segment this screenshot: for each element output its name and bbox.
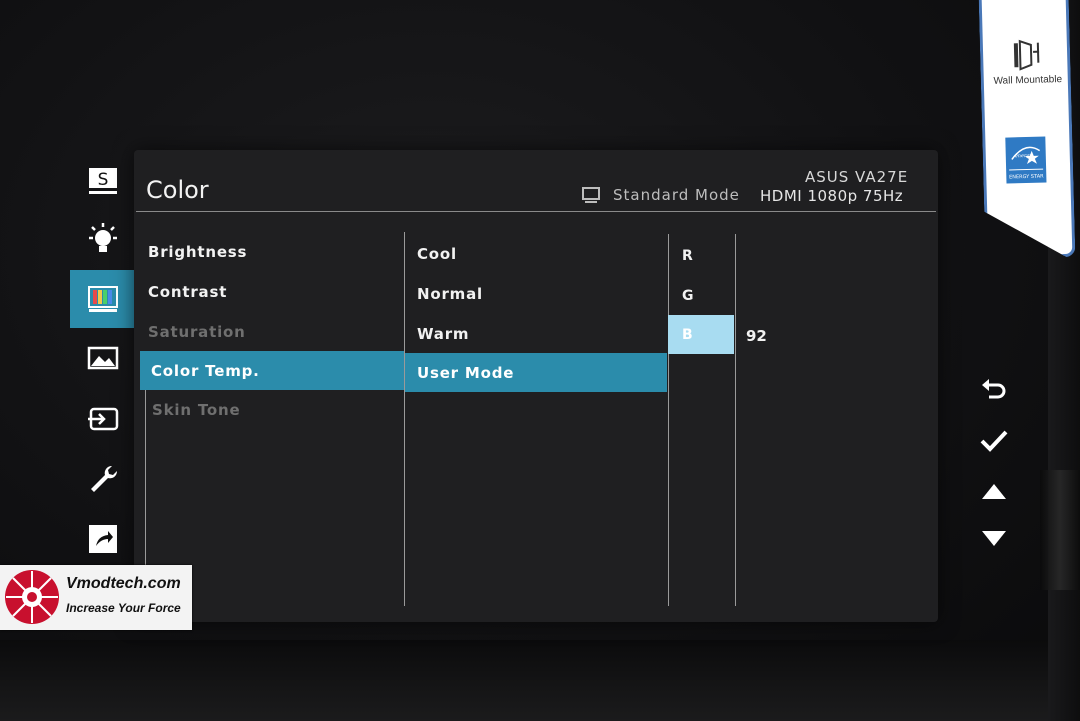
watermark-site: Vmodtech.com <box>66 575 181 592</box>
vmodtech-logo-icon <box>5 570 59 624</box>
energy-star-logo: energy ENERGY STAR <box>1005 137 1046 184</box>
menu-saturation: Saturation <box>148 323 246 341</box>
energy-star-label: ENERGY STAR <box>1008 173 1044 181</box>
confirm-icon <box>980 430 1008 452</box>
color-icon <box>88 286 118 312</box>
page-title: Color <box>146 176 209 204</box>
header-divider <box>136 211 936 212</box>
divider-level3 <box>735 234 736 606</box>
option-cool[interactable]: Cool <box>417 245 457 263</box>
menu-skin-tone: Skin Tone <box>152 401 241 419</box>
input-select-icon <box>88 407 119 431</box>
signal-info: HDMI 1080p 75Hz <box>760 187 904 205</box>
menu-brightness[interactable]: Brightness <box>148 243 247 261</box>
blue-light-filter-icon <box>89 223 117 252</box>
model-name: ASUS VA27E <box>805 168 909 186</box>
up-button[interactable] <box>972 471 1016 511</box>
channel-b[interactable]: B <box>682 327 693 343</box>
back-button[interactable] <box>972 370 1016 410</box>
down-button[interactable] <box>972 519 1016 559</box>
cable <box>1040 470 1080 590</box>
tab-image[interactable] <box>70 330 136 388</box>
option-warm[interactable]: Warm <box>417 325 469 343</box>
channel-b-highlight[interactable] <box>668 315 734 354</box>
splendid-icon: S <box>89 168 117 194</box>
up-arrow-icon <box>982 484 1006 499</box>
wall-mount-icon <box>1011 37 1042 72</box>
tab-input-select[interactable] <box>70 390 136 448</box>
channel-value: 92 <box>746 327 767 345</box>
menu-contrast[interactable]: Contrast <box>148 283 227 301</box>
option-normal[interactable]: Normal <box>417 285 483 303</box>
watermark: Vmodtech.com Increase Your Force <box>0 565 192 630</box>
confirm-button[interactable] <box>972 421 1016 461</box>
image-icon <box>87 346 119 370</box>
tab-color[interactable] <box>70 270 136 328</box>
wall-mountable-label: Wall Mountable <box>993 74 1063 87</box>
divider-level1 <box>404 232 405 606</box>
shortcut-icon <box>89 525 117 553</box>
energy-script: energy <box>1015 153 1033 159</box>
watermark-tagline: Increase Your Force <box>66 601 181 615</box>
splendid-glyph: S <box>98 170 109 190</box>
tab-blue-light[interactable] <box>70 210 136 268</box>
menu-color-temp[interactable]: Color Temp. <box>151 362 260 380</box>
system-setup-icon <box>91 465 118 492</box>
monitor-icon <box>582 187 600 203</box>
channel-r[interactable]: R <box>682 248 693 264</box>
tab-shortcut[interactable] <box>70 510 136 568</box>
feature-sticker: Wall Mountable energy ENERGY STAR <box>979 0 1076 259</box>
current-mode: Standard Mode <box>613 186 740 204</box>
tab-system-setup[interactable] <box>70 450 136 508</box>
tab-splendid[interactable]: S <box>70 152 136 210</box>
back-icon <box>982 379 1006 399</box>
divider-level2 <box>668 234 669 606</box>
osd-tab-column: S <box>70 150 136 620</box>
down-arrow-icon <box>982 531 1006 546</box>
channel-g[interactable]: G <box>682 288 694 304</box>
option-user-mode[interactable]: User Mode <box>417 364 514 382</box>
monitor-bezel-bottom <box>0 640 1080 721</box>
